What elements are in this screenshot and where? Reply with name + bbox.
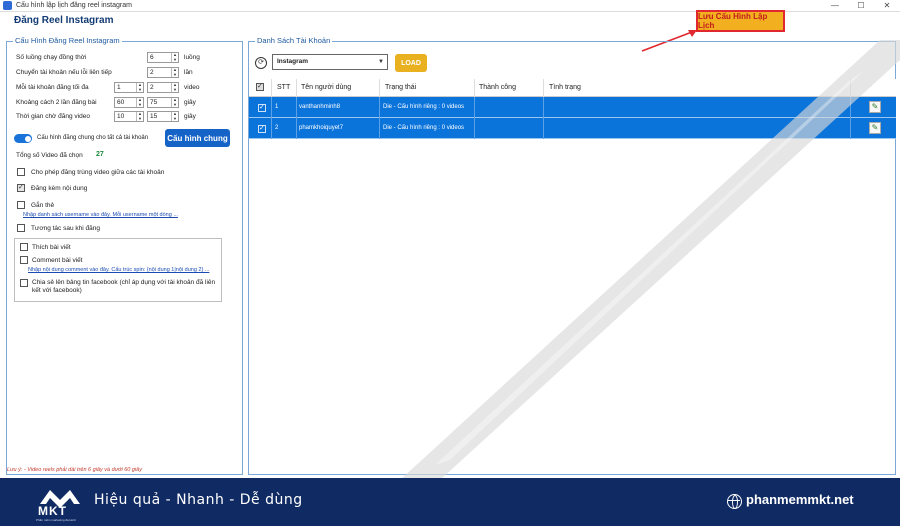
table-row[interactable]: 2 phamkhoiquyet7 Die - Cấu hình riêng : …: [249, 118, 896, 139]
share-checkbox[interactable]: [20, 279, 28, 287]
app-icon: [3, 1, 12, 10]
spinner-arrows-icon[interactable]: ▲ ▼: [171, 111, 178, 121]
gap-label: Khoảng cách 2 lần đăng bài: [16, 99, 97, 106]
allow-duplicate-label: Cho phép đăng trùng video giữa các tài k…: [31, 169, 165, 176]
gap-to-value: 75: [150, 99, 158, 106]
spinner-arrows-icon[interactable]: ▲ ▼: [171, 67, 178, 77]
footer-website[interactable]: phanmemmkt.net: [746, 492, 854, 507]
col-status[interactable]: Trạng thái: [385, 79, 416, 97]
post-config-legend: Cấu Hình Đăng Reel Instagram: [13, 36, 122, 45]
threads-unit: luồng: [184, 54, 200, 61]
common-config-toggle[interactable]: [14, 134, 32, 143]
account-list-legend: Danh Sách Tài Khoản: [255, 36, 333, 45]
max-from-spinner[interactable]: 1 ▲ ▼: [114, 82, 144, 93]
interact-label: Tương tác sau khi đăng: [31, 225, 100, 232]
col-condition[interactable]: Tình trạng: [549, 79, 581, 97]
spinner-arrows-icon[interactable]: ▲ ▼: [171, 52, 178, 62]
row-stt: 2: [275, 125, 279, 131]
like-checkbox[interactable]: [20, 243, 28, 251]
common-config-button[interactable]: Cấu hình chung: [165, 129, 230, 147]
row-checkbox[interactable]: [258, 103, 266, 112]
comment-checkbox[interactable]: [20, 256, 28, 264]
max-label: Mỗi tài khoản đăng tối đa: [16, 84, 89, 91]
spinner-arrows-icon[interactable]: ▲ ▼: [136, 111, 143, 121]
wait-to-spinner[interactable]: 15 ▲ ▼: [147, 111, 179, 122]
gap-from-spinner[interactable]: 60 ▲ ▼: [114, 97, 144, 108]
gap-to-spinner[interactable]: 75 ▲ ▼: [147, 97, 179, 108]
threads-spinner[interactable]: 6 ▲ ▼: [147, 52, 179, 63]
tag-checkbox[interactable]: [17, 201, 25, 209]
row-username: phamkhoiquyet7: [299, 125, 344, 131]
logo-text: MKT: [38, 504, 67, 518]
table-header: STT Tên người dùng Trạng thái Thành công…: [249, 79, 896, 97]
tag-label: Gắn thẻ: [31, 202, 55, 209]
maximize-button[interactable]: ☐: [848, 0, 874, 12]
gap-unit: giây: [184, 99, 196, 106]
refresh-icon[interactable]: ⟳: [255, 57, 267, 69]
wait-from-spinner[interactable]: 10 ▲ ▼: [114, 111, 144, 122]
spinner-arrows-icon[interactable]: ▲ ▼: [171, 97, 178, 107]
row-checkbox[interactable]: [258, 124, 266, 133]
col-stt[interactable]: STT: [277, 79, 290, 97]
chevron-down-icon: ▼: [378, 59, 384, 65]
edit-config-icon[interactable]: ✎: [869, 101, 881, 113]
row-status: Die - Cấu hình riêng : 0 videos: [383, 125, 465, 131]
max-from-value: 1: [117, 84, 121, 91]
col-username[interactable]: Tên người dùng: [301, 79, 351, 97]
note-text: Lưu ý: - Video reels phải dài trên 6 giâ…: [7, 467, 142, 473]
select-all-checkbox[interactable]: [256, 82, 264, 91]
spinner-arrows-icon[interactable]: ▲ ▼: [171, 82, 178, 92]
total-video-label: Tổng số Video đã chọn: [16, 152, 83, 159]
footer-slogan: Hiệu quả - Nhanh - Dễ dùng: [94, 492, 303, 508]
max-to-value: 2: [150, 84, 154, 91]
platform-select[interactable]: Instagram ▼: [272, 54, 388, 70]
share-label: Chia sẻ lên bảng tin facebook (chỉ áp dụ…: [32, 279, 216, 294]
platform-value: Instagram: [277, 58, 309, 65]
close-button[interactable]: ✕: [874, 0, 900, 12]
col-success[interactable]: Thành công: [479, 79, 516, 97]
like-label: Thích bài viết: [32, 244, 71, 251]
allow-duplicate-checkbox[interactable]: [17, 168, 25, 176]
globe-icon: [727, 494, 742, 509]
comment-label: Comment bài viết: [32, 257, 83, 264]
account-table: STT Tên người dùng Trạng thái Thành công…: [249, 79, 896, 139]
switch-unit: lần: [184, 69, 193, 76]
edit-config-icon[interactable]: ✎: [869, 122, 881, 134]
wait-unit: giây: [184, 113, 196, 120]
window-title: Cấu hình lập lịch đăng reel instagram: [16, 2, 132, 9]
window-controls: — ☐ ✕: [822, 0, 900, 12]
interact-checkbox[interactable]: [17, 224, 25, 232]
wait-to-value: 15: [150, 113, 158, 120]
logo-subtext: Phần mềm marketing đa kênh: [36, 518, 77, 522]
max-unit: video: [184, 84, 200, 91]
total-video-value: 27: [96, 151, 104, 158]
minimize-button[interactable]: —: [822, 0, 848, 12]
tag-input-link[interactable]: Nhập danh sách username vào đây. Mỗi use…: [23, 212, 178, 218]
switch-spinner[interactable]: 2 ▲ ▼: [147, 67, 179, 78]
row-username: vanthanhminh8: [299, 104, 341, 110]
threads-value: 6: [150, 54, 154, 61]
row-stt: 1: [275, 104, 279, 110]
with-content-checkbox[interactable]: [17, 183, 25, 192]
switch-label: Chuyển tài khoản nếu lỗi liên tiếp: [16, 69, 112, 76]
wait-from-value: 10: [117, 113, 125, 120]
switch-value: 2: [150, 69, 154, 76]
with-content-label: Đăng kèm nội dung: [31, 185, 88, 192]
row-status: Die - Cấu hình riêng : 0 videos: [383, 104, 465, 110]
wait-label: Thời gian chờ đăng video: [16, 113, 90, 120]
spinner-arrows-icon[interactable]: ▲ ▼: [136, 82, 143, 92]
comment-input-link[interactable]: Nhập nội dung comment vào đây. Cấu trúc …: [28, 267, 209, 273]
gap-from-value: 60: [117, 99, 125, 106]
load-button[interactable]: LOAD: [395, 54, 427, 72]
spinner-arrows-icon[interactable]: ▲ ▼: [136, 97, 143, 107]
save-schedule-button[interactable]: Lưu Cấu Hình Lập Lịch: [696, 10, 785, 32]
page-title: Đăng Reel Instagram: [14, 15, 114, 26]
common-config-label: Cấu hình đăng chung cho tất cả tài khoản: [37, 135, 149, 141]
table-row[interactable]: 1 vanthanhminh8 Die - Cấu hình riêng : 0…: [249, 97, 896, 118]
threads-label: Số luồng chạy đồng thời: [16, 54, 87, 61]
max-to-spinner[interactable]: 2 ▲ ▼: [147, 82, 179, 93]
